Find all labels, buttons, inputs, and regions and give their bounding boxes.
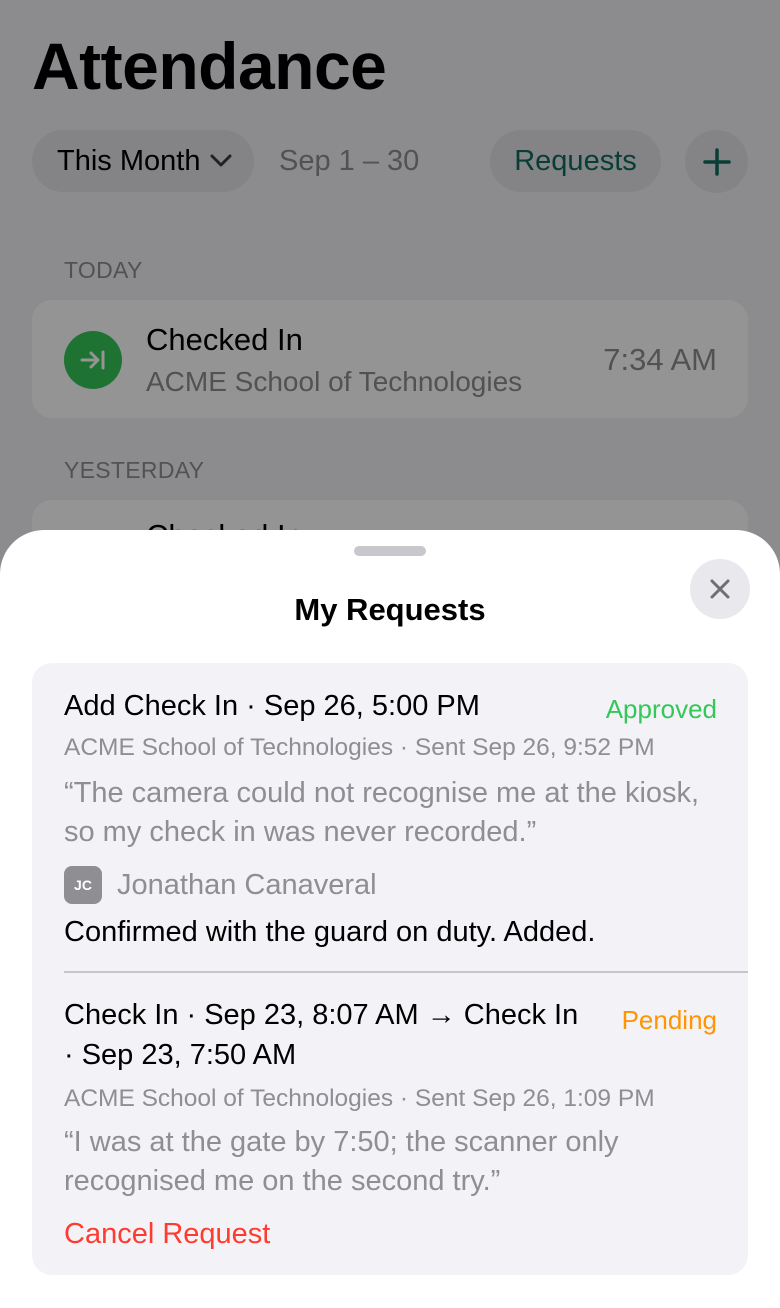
- request-meta: ACME School of Technologies · Sent Sep 2…: [64, 1085, 655, 1112]
- sheet-grabber[interactable]: [354, 546, 426, 556]
- request-note: “I was at the gate by 7:50; the scanner …: [64, 1126, 619, 1197]
- reviewer: JC Jonathan Canaveral: [64, 866, 377, 904]
- my-requests-sheet: My Requests Add Check In · Sep 26, 5:00 …: [0, 530, 780, 1308]
- request-note: “The camera could not recognise me at th…: [64, 777, 700, 848]
- status-badge: Approved: [605, 694, 717, 724]
- sheet-title: My Requests: [294, 592, 486, 627]
- request-title: Check In · Sep 23, 8:07 AM → Check In · …: [64, 999, 579, 1071]
- cancel-request-button[interactable]: Cancel Request: [64, 1218, 270, 1251]
- requests-list: Add Check In · Sep 26, 5:00 PM Approved …: [32, 663, 748, 1275]
- reviewer-name: Jonathan Canaveral: [117, 868, 377, 901]
- request-title: Add Check In · Sep 26, 5:00 PM: [64, 690, 480, 722]
- status-badge: Pending: [621, 1005, 717, 1035]
- avatar: JC: [64, 866, 102, 904]
- reviewer-reply: Confirmed with the guard on duty. Added.: [64, 916, 596, 948]
- request-meta: ACME School of Technologies · Sent Sep 2…: [64, 734, 655, 761]
- divider: [64, 971, 748, 973]
